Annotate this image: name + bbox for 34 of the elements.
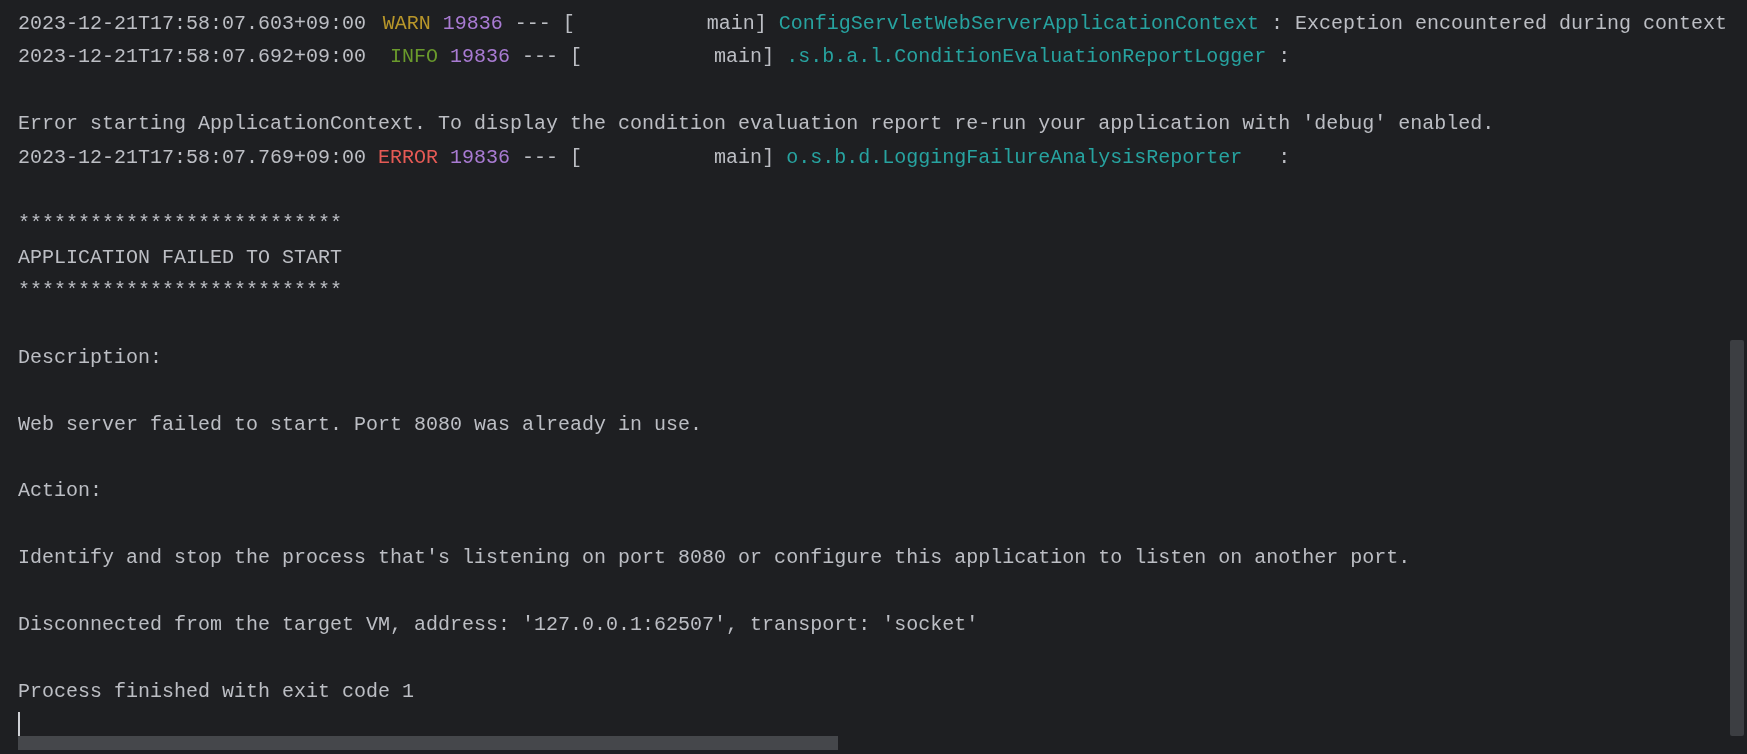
console-text: Action: xyxy=(18,478,102,505)
logger-name: ConfigServletWebServerApplicationContext xyxy=(778,11,1259,37)
separator-text: --- xyxy=(522,144,559,171)
logger-name: .s.b.a.l.ConditionEvaluationReportLogger xyxy=(786,44,1267,71)
logger-name: o.s.b.d.LoggingFailureAnalysisReporter xyxy=(786,144,1243,171)
console-text: *************************** xyxy=(18,278,343,305)
log-message: : xyxy=(1278,44,1291,71)
console-text: *************************** xyxy=(18,211,343,238)
separator-text: --- xyxy=(514,11,551,37)
console-text: APPLICATION FAILED TO START xyxy=(18,244,343,271)
log-timestamp: 2023-12-21T17:58:07.769+09:00 xyxy=(18,144,367,171)
thread-name: [ main] xyxy=(570,144,775,171)
horizontal-scrollbar-thumb[interactable] xyxy=(18,736,838,750)
log-timestamp: 2023-12-21T17:58:07.603+09:00 xyxy=(18,11,367,37)
log-level: WARN xyxy=(382,11,431,37)
process-id: 19836 xyxy=(442,11,503,37)
vertical-scrollbar-thumb[interactable] xyxy=(1730,340,1744,736)
log-timestamp: 2023-12-21T17:58:07.692+09:00 xyxy=(18,44,367,71)
process-id: 19836 xyxy=(450,44,511,71)
log-message: : xyxy=(1278,144,1291,171)
console-text: Error starting ApplicationContext. To display the condition evaluation report re-run your application with 'debug' enabled. xyxy=(18,111,1495,138)
console-text: Process finished with exit code 1 xyxy=(18,678,415,705)
console-text: Description: xyxy=(18,344,163,371)
thread-name: [ main] xyxy=(562,11,767,37)
log-level: INFO xyxy=(390,44,439,71)
process-id: 19836 xyxy=(450,144,511,171)
separator-text: --- xyxy=(522,44,559,71)
text-cursor xyxy=(18,712,20,736)
console-text: Disconnected from the target VM, address: '127.0.0.1:62507', transport: 'socket' xyxy=(18,612,979,639)
log-message: : Exception encountered during context xyxy=(1270,11,1727,37)
log-level: ERROR xyxy=(378,144,439,171)
console-text: Web server failed to start. Port 8080 was already in use. xyxy=(18,411,703,438)
thread-name: [ main] xyxy=(570,44,775,71)
console-text: Identify and stop the process that's listening on port 8080 or configure this application to listen on another port. xyxy=(18,545,1411,572)
